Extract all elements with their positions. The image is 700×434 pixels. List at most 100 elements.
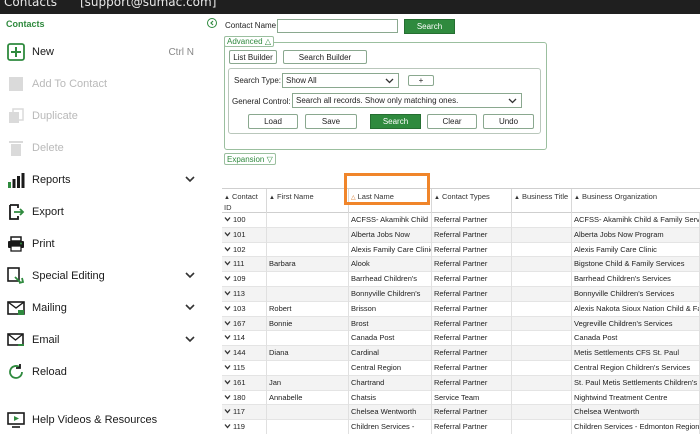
cell-contact-id[interactable]: 180 — [222, 390, 267, 406]
table-row[interactable]: 161 Jan Chartrand Referral Partner St. Paul … — [222, 375, 700, 391]
cell-contact-types[interactable]: Referral Partner — [432, 346, 512, 361]
cell-business-title[interactable] — [512, 227, 572, 243]
sidebar-item-reports[interactable]: Reports — [6, 168, 202, 192]
search-run-button[interactable]: Search — [370, 114, 421, 129]
expand-row-icon[interactable] — [224, 331, 231, 345]
cell-business-title[interactable] — [512, 287, 572, 302]
column-header-first-name[interactable]: ▲ First Name — [267, 189, 349, 213]
cell-contact-id[interactable]: 119 — [222, 420, 267, 434]
expand-row-icon[interactable] — [224, 272, 231, 286]
cell-contact-id[interactable]: 100 — [222, 213, 267, 228]
column-header-contact-id[interactable]: ▲ Contact ID — [222, 189, 267, 213]
sidebar-item-mailing[interactable]: Mailing — [6, 296, 202, 320]
load-button[interactable]: Load — [248, 114, 298, 129]
expand-row-icon[interactable] — [224, 243, 231, 257]
cell-contact-id[interactable]: 101 — [222, 227, 267, 243]
expand-row-icon[interactable] — [224, 257, 231, 271]
expand-row-icon[interactable] — [224, 361, 231, 375]
cell-last-name[interactable]: Brisson — [349, 301, 432, 317]
cell-business-title[interactable] — [512, 213, 572, 228]
expand-row-icon[interactable] — [224, 228, 231, 242]
cell-contact-id[interactable]: 114 — [222, 331, 267, 347]
sidebar-item-duplicate[interactable]: Duplicate — [6, 104, 202, 128]
cell-contact-id[interactable]: 115 — [222, 361, 267, 376]
cell-last-name[interactable]: Alook — [349, 257, 432, 273]
advanced-toggle[interactable]: Advanced △ — [224, 36, 274, 47]
sidebar-item-special-editing[interactable]: Special Editing — [6, 264, 202, 288]
cell-business-organization[interactable]: ACFSS- Akamihk Child & Family Services — [572, 213, 700, 228]
table-row[interactable]: 113 Bonnyville Children's Referral Partner… — [222, 287, 700, 302]
list-builder-button[interactable]: List Builder — [229, 50, 277, 64]
search-button[interactable]: Search — [404, 19, 455, 34]
cell-first-name[interactable]: Jan — [267, 375, 349, 391]
cell-contact-types[interactable]: Service Team — [432, 390, 512, 406]
expand-row-icon[interactable] — [224, 302, 231, 316]
expansion-toggle[interactable]: Expansion ▽ — [224, 153, 276, 165]
cell-business-title[interactable] — [512, 420, 572, 434]
cell-business-organization[interactable]: Chelsea Wentworth — [572, 405, 700, 421]
cell-first-name[interactable] — [267, 213, 349, 228]
cell-first-name[interactable] — [267, 405, 349, 421]
cell-contact-id[interactable]: 113 — [222, 287, 267, 302]
cell-first-name[interactable]: Barbara — [267, 257, 349, 273]
cell-first-name[interactable] — [267, 331, 349, 347]
cell-contact-id[interactable]: 167 — [222, 316, 267, 332]
table-row[interactable]: 119 Children Services - Referral Partner Ch… — [222, 420, 700, 434]
expand-row-icon[interactable] — [224, 346, 231, 360]
cell-business-title[interactable] — [512, 301, 572, 317]
cell-business-organization[interactable]: Canada Post — [572, 331, 700, 347]
expand-row-icon[interactable] — [224, 405, 231, 419]
sidebar-item-delete[interactable]: Delete — [6, 136, 202, 160]
cell-business-title[interactable] — [512, 405, 572, 421]
cell-contact-id[interactable]: 144 — [222, 346, 267, 361]
table-row[interactable]: 180 Annabelle Chatsis Service Team Nightwind… — [222, 390, 700, 406]
cell-contact-types[interactable]: Referral Partner — [432, 316, 512, 332]
cell-first-name[interactable] — [267, 272, 349, 287]
cell-last-name[interactable]: Alberta Jobs Now — [349, 227, 432, 243]
cell-contact-types[interactable]: Referral Partner — [432, 405, 512, 421]
cell-last-name[interactable]: Children Services - — [349, 420, 432, 434]
cell-business-title[interactable] — [512, 272, 572, 287]
expand-row-icon[interactable] — [224, 376, 231, 390]
table-row[interactable]: 109 Barrhead Children's Referral Partner Ba… — [222, 272, 700, 287]
column-header-contact-types[interactable]: ▲ Contact Types — [432, 189, 512, 213]
cell-first-name[interactable]: Annabelle — [267, 390, 349, 406]
chevron-down-icon[interactable] — [184, 333, 196, 345]
expand-row-icon[interactable] — [224, 213, 231, 227]
cell-first-name[interactable] — [267, 242, 349, 258]
cell-business-title[interactable] — [512, 242, 572, 258]
undo-button[interactable]: Undo — [483, 114, 534, 129]
general-control-select[interactable]: Search all records. Show only matching o… — [292, 93, 522, 108]
table-row[interactable]: 114 Canada Post Referral Partner Canada Pos… — [222, 331, 700, 347]
cell-contact-types[interactable]: Referral Partner — [432, 257, 512, 273]
add-criteria-button[interactable]: + — [408, 75, 434, 86]
table-row[interactable]: 111 Barbara Alook Referral Partner Bigstone … — [222, 257, 700, 273]
cell-last-name[interactable]: Chatsis — [349, 390, 432, 406]
cell-first-name[interactable]: Diana — [267, 346, 349, 361]
expand-row-icon[interactable] — [224, 287, 231, 301]
cell-last-name[interactable]: Alexis Family Care Clinic — [349, 242, 432, 258]
clear-button[interactable]: Clear — [427, 114, 477, 129]
sidebar-item-print[interactable]: Print — [6, 232, 202, 256]
cell-contact-types[interactable]: Referral Partner — [432, 375, 512, 391]
table-row[interactable]: 117 Chelsea Wentworth Referral Partner Chel… — [222, 405, 700, 421]
cell-contact-id[interactable]: 102 — [222, 242, 267, 258]
expand-row-icon[interactable] — [224, 317, 231, 331]
cell-business-organization[interactable]: Nightwind Treatment Centre — [572, 390, 700, 406]
table-row[interactable]: 103 Robert Brisson Referral Partner Alexis N… — [222, 301, 700, 317]
cell-first-name[interactable]: Robert — [267, 301, 349, 317]
cell-business-title[interactable] — [512, 257, 572, 273]
cell-first-name[interactable] — [267, 287, 349, 302]
cell-business-organization[interactable]: Alexis Nakota Sioux Nation Child & Famil… — [572, 301, 700, 317]
table-row[interactable]: 167 Bonnie Brost Referral Partner Vegreville… — [222, 316, 700, 332]
cell-last-name[interactable]: Chelsea Wentworth — [349, 405, 432, 421]
cell-contact-types[interactable]: Referral Partner — [432, 331, 512, 347]
cell-contact-id[interactable]: 111 — [222, 257, 267, 273]
cell-last-name[interactable]: Barrhead Children's — [349, 272, 432, 287]
cell-first-name[interactable]: Bonnie — [267, 316, 349, 332]
table-row[interactable]: 102 Alexis Family Care Clinic Referral Par… — [222, 242, 700, 258]
cell-last-name[interactable]: Bonnyville Children's — [349, 287, 432, 302]
sidebar-item-export[interactable]: Export — [6, 200, 202, 224]
sidebar-item-add-to-contact[interactable]: Add To Contact — [6, 72, 202, 96]
sidebar-item-reload[interactable]: Reload — [6, 360, 202, 384]
